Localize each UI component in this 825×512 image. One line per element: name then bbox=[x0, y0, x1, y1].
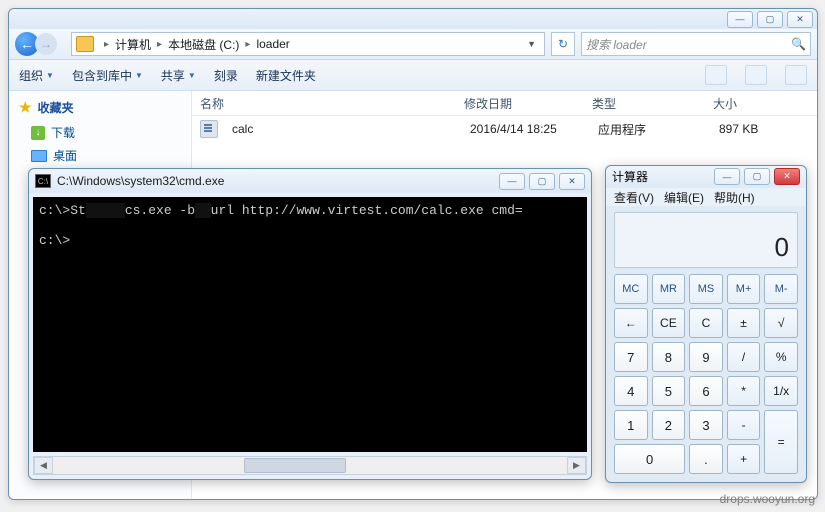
column-headers: 名称 修改日期 类型 大小 bbox=[192, 91, 817, 116]
calc-menubar: 查看(V) 编辑(E) 帮助(H) bbox=[606, 188, 806, 206]
calc-reciprocal[interactable]: 1/x bbox=[764, 376, 798, 406]
file-row[interactable]: calc 2016/4/14 18:25 应用程序 897 KB bbox=[192, 116, 817, 142]
refresh-button[interactable]: ↻ bbox=[551, 32, 575, 56]
calc-7[interactable]: 7 bbox=[614, 342, 648, 372]
breadcrumb[interactable]: ▸ 计算机 ▸ 本地磁盘 (C:) ▸ loader ▼ bbox=[71, 32, 545, 56]
calc-percent[interactable]: % bbox=[764, 342, 798, 372]
breadcrumb-segment[interactable]: 计算机 bbox=[115, 36, 151, 53]
calc-keypad: MC MR MS M+ M- ← CE C ± √ 7 8 9 / % 4 5 … bbox=[614, 274, 798, 474]
help-icon[interactable] bbox=[785, 65, 807, 85]
scroll-left-icon[interactable]: ◀ bbox=[34, 457, 53, 474]
calc-equals[interactable]: = bbox=[764, 410, 798, 474]
col-date[interactable]: 修改日期 bbox=[456, 95, 584, 112]
breadcrumb-segment[interactable]: 本地磁盘 (C:) bbox=[168, 36, 239, 53]
toolbar-burn[interactable]: 刻录 bbox=[214, 67, 238, 84]
nav-buttons: ← → bbox=[15, 31, 65, 57]
calc-display: 0 bbox=[614, 212, 798, 268]
menu-help[interactable]: 帮助(H) bbox=[714, 189, 755, 206]
calc-title: 计算器 bbox=[612, 168, 648, 185]
scroll-thumb[interactable] bbox=[244, 458, 346, 473]
menu-edit[interactable]: 编辑(E) bbox=[664, 189, 704, 206]
sidebar-item-downloads[interactable]: ↓ 下载 bbox=[31, 124, 181, 141]
calc-9[interactable]: 9 bbox=[689, 342, 723, 372]
cmd-maximize-button[interactable]: ▢ bbox=[529, 173, 555, 190]
calc-decimal[interactable]: . bbox=[689, 444, 723, 474]
calc-negate[interactable]: ± bbox=[727, 308, 761, 338]
calc-titlebar[interactable]: 计算器 — ▢ ✕ bbox=[606, 166, 806, 188]
cmd-minimize-button[interactable]: — bbox=[499, 173, 525, 190]
exe-icon bbox=[200, 120, 218, 138]
search-input[interactable]: 搜索 loader 🔍 bbox=[581, 32, 811, 56]
file-type: 应用程序 bbox=[590, 121, 711, 138]
cmd-window: C:\ C:\Windows\system32\cmd.exe — ▢ ✕ c:… bbox=[28, 168, 592, 480]
explorer-navbar: ← → ▸ 计算机 ▸ 本地磁盘 (C:) ▸ loader ▼ ↻ 搜索 lo… bbox=[9, 29, 817, 60]
calc-4[interactable]: 4 bbox=[614, 376, 648, 406]
calc-0[interactable]: 0 bbox=[614, 444, 685, 474]
calc-sqrt[interactable]: √ bbox=[764, 308, 798, 338]
file-date: 2016/4/14 18:25 bbox=[462, 122, 590, 136]
scroll-right-icon[interactable]: ▶ bbox=[567, 457, 586, 474]
cmd-icon: C:\ bbox=[35, 174, 51, 188]
calc-backspace[interactable]: ← bbox=[614, 308, 648, 338]
col-size[interactable]: 大小 bbox=[705, 95, 811, 112]
cmd-console[interactable]: c:\>StaXXXXcs.exe -bXXurl http://www.vir… bbox=[33, 197, 587, 452]
toolbar-include[interactable]: 包含到库中▼ bbox=[72, 67, 143, 84]
toolbar-newfolder[interactable]: 新建文件夹 bbox=[256, 67, 316, 84]
desktop-icon bbox=[31, 150, 47, 162]
explorer-close-button[interactable]: ✕ bbox=[787, 11, 813, 28]
calc-1[interactable]: 1 bbox=[614, 410, 648, 440]
calc-minus[interactable]: - bbox=[727, 410, 761, 440]
explorer-maximize-button[interactable]: ▢ bbox=[757, 11, 783, 28]
calc-ce[interactable]: CE bbox=[652, 308, 686, 338]
file-name: calc bbox=[224, 122, 462, 136]
calc-maximize-button[interactable]: ▢ bbox=[744, 168, 770, 185]
calc-8[interactable]: 8 bbox=[652, 342, 686, 372]
explorer-toolbar: 组织▼ 包含到库中▼ 共享▼ 刻录 新建文件夹 bbox=[9, 60, 817, 91]
nav-forward-button[interactable]: → bbox=[35, 33, 57, 55]
calc-divide[interactable]: / bbox=[727, 342, 761, 372]
watermark: drops.wooyun.org bbox=[720, 492, 815, 506]
calc-5[interactable]: 5 bbox=[652, 376, 686, 406]
download-icon: ↓ bbox=[31, 126, 45, 140]
file-size: 897 KB bbox=[711, 122, 817, 136]
col-name[interactable]: 名称 bbox=[192, 95, 456, 112]
calc-mplus[interactable]: M+ bbox=[727, 274, 761, 304]
search-placeholder: 搜索 loader bbox=[586, 36, 647, 53]
breadcrumb-segment[interactable]: loader bbox=[256, 37, 289, 51]
search-icon: 🔍 bbox=[791, 37, 806, 51]
calc-3[interactable]: 3 bbox=[689, 410, 723, 440]
calc-6[interactable]: 6 bbox=[689, 376, 723, 406]
calc-mr[interactable]: MR bbox=[652, 274, 686, 304]
star-icon: ★ bbox=[19, 99, 32, 116]
folder-icon bbox=[76, 36, 94, 52]
breadcrumb-dropdown-icon[interactable]: ▼ bbox=[523, 39, 540, 49]
toolbar-organize[interactable]: 组织▼ bbox=[19, 67, 54, 84]
cmd-title: C:\Windows\system32\cmd.exe bbox=[57, 174, 224, 188]
calc-mc[interactable]: MC bbox=[614, 274, 648, 304]
cmd-scrollbar[interactable]: ◀ ▶ bbox=[33, 456, 587, 475]
calc-close-button[interactable]: ✕ bbox=[774, 168, 800, 185]
calc-multiply[interactable]: * bbox=[727, 376, 761, 406]
sidebar-item-desktop[interactable]: 桌面 bbox=[31, 147, 181, 164]
sidebar-favorites[interactable]: ★ 收藏夹 bbox=[19, 99, 181, 116]
calc-c[interactable]: C bbox=[689, 308, 723, 338]
calc-minimize-button[interactable]: — bbox=[714, 168, 740, 185]
view-options-icon[interactable] bbox=[705, 65, 727, 85]
toolbar-share[interactable]: 共享▼ bbox=[161, 67, 196, 84]
calculator-window: 计算器 — ▢ ✕ 查看(V) 编辑(E) 帮助(H) 0 MC MR MS M… bbox=[605, 165, 807, 483]
calc-mminus[interactable]: M- bbox=[764, 274, 798, 304]
calc-ms[interactable]: MS bbox=[689, 274, 723, 304]
col-type[interactable]: 类型 bbox=[584, 95, 705, 112]
calc-2[interactable]: 2 bbox=[652, 410, 686, 440]
cmd-close-button[interactable]: ✕ bbox=[559, 173, 585, 190]
menu-view[interactable]: 查看(V) bbox=[614, 189, 654, 206]
explorer-minimize-button[interactable]: — bbox=[727, 11, 753, 28]
calc-plus[interactable]: + bbox=[727, 444, 761, 474]
preview-pane-icon[interactable] bbox=[745, 65, 767, 85]
cmd-titlebar[interactable]: C:\ C:\Windows\system32\cmd.exe — ▢ ✕ bbox=[29, 169, 591, 193]
explorer-titlebar: — ▢ ✕ bbox=[9, 9, 817, 29]
